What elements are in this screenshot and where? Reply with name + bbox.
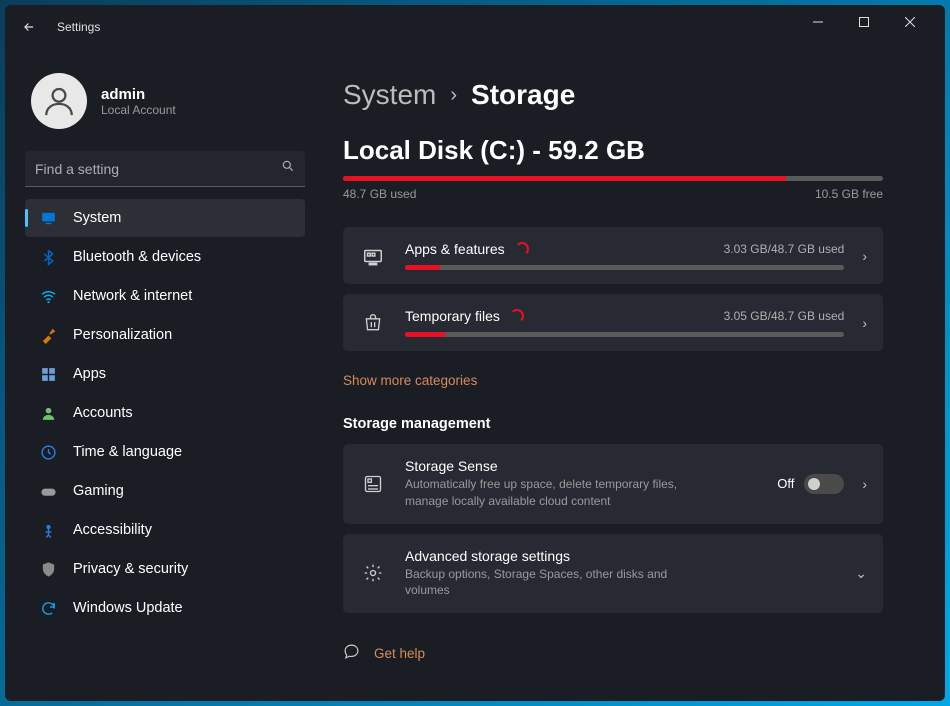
apps-icon xyxy=(359,245,387,267)
sidebar-item-label: Network & internet xyxy=(73,288,192,304)
breadcrumb-parent[interactable]: System xyxy=(343,79,436,111)
sidebar-item-bluetooth-devices[interactable]: Bluetooth & devices xyxy=(25,238,305,276)
gear-icon xyxy=(359,563,387,583)
category-title: Temporary files xyxy=(405,308,524,324)
person-icon xyxy=(39,404,57,422)
loading-spinner-icon xyxy=(515,242,529,256)
sidebar-item-label: System xyxy=(73,210,121,226)
disk-free-label: 10.5 GB free xyxy=(815,187,883,201)
sync-icon xyxy=(39,599,57,617)
category-apps-features[interactable]: Apps & features 3.03 GB/48.7 GB used › xyxy=(343,227,883,284)
sidebar: admin Local Account System Bluetooth & de… xyxy=(5,49,315,701)
storage-sense-state: Off xyxy=(777,476,794,491)
chevron-right-icon: › xyxy=(862,315,867,331)
advanced-storage-title: Advanced storage settings xyxy=(405,548,837,564)
breadcrumb: System › Storage xyxy=(343,79,917,111)
chevron-right-icon: › xyxy=(862,248,867,264)
category-meta: 3.03 GB/48.7 GB used xyxy=(724,242,845,256)
storage-management-heading: Storage management xyxy=(343,416,917,432)
disk-used-label: 48.7 GB used xyxy=(343,187,416,201)
disk-title: Local Disk (C:) - 59.2 GB xyxy=(343,135,917,166)
advanced-storage-card[interactable]: Advanced storage settings Backup options… xyxy=(343,534,883,614)
gamepad-icon xyxy=(39,482,57,500)
profile[interactable]: admin Local Account xyxy=(25,59,305,151)
sidebar-item-label: Time & language xyxy=(73,444,182,460)
chevron-down-icon: ⌄ xyxy=(855,565,867,582)
minimize-button[interactable] xyxy=(795,7,841,37)
sidebar-item-time-language[interactable]: Time & language xyxy=(25,433,305,471)
search-input[interactable] xyxy=(35,161,281,177)
breadcrumb-current: Storage xyxy=(471,79,575,111)
close-button[interactable] xyxy=(887,7,933,37)
back-button[interactable] xyxy=(17,15,41,39)
sidebar-item-apps[interactable]: Apps xyxy=(25,355,305,393)
sidebar-item-label: Personalization xyxy=(73,327,172,343)
trash-icon xyxy=(359,313,387,333)
sidebar-item-accessibility[interactable]: Accessibility xyxy=(25,511,305,549)
avatar xyxy=(31,73,87,129)
storage-sense-desc: Automatically free up space, delete temp… xyxy=(405,476,715,510)
grid-icon xyxy=(39,365,57,383)
profile-account: Local Account xyxy=(101,103,176,117)
sidebar-item-label: Privacy & security xyxy=(73,561,188,577)
brush-icon xyxy=(39,326,57,344)
main-panel: System › Storage Local Disk (C:) - 59.2 … xyxy=(315,49,945,701)
category-title: Apps & features xyxy=(405,241,529,257)
person2-icon xyxy=(39,521,57,539)
profile-name: admin xyxy=(101,86,176,103)
category-usage-bar xyxy=(405,332,844,337)
sidebar-item-label: Apps xyxy=(73,366,106,382)
sidebar-item-label: Accessibility xyxy=(73,522,152,538)
storage-sense-title: Storage Sense xyxy=(405,458,759,474)
chevron-right-icon: › xyxy=(862,476,867,492)
help-icon xyxy=(343,643,360,663)
storage-sense-toggle[interactable] xyxy=(804,474,844,494)
show-more-categories[interactable]: Show more categories xyxy=(343,373,477,388)
sidebar-item-label: Bluetooth & devices xyxy=(73,249,201,265)
monitor-icon xyxy=(39,209,57,227)
advanced-storage-desc: Backup options, Storage Spaces, other di… xyxy=(405,566,715,600)
search-box[interactable] xyxy=(25,151,305,187)
clock-icon xyxy=(39,443,57,461)
sidebar-item-gaming[interactable]: Gaming xyxy=(25,472,305,510)
loading-spinner-icon xyxy=(510,309,524,323)
chevron-right-icon: › xyxy=(450,84,457,107)
shield-icon xyxy=(39,560,57,578)
category-temporary-files[interactable]: Temporary files 3.05 GB/48.7 GB used › xyxy=(343,294,883,351)
wifi-icon xyxy=(39,287,57,305)
get-help[interactable]: Get help xyxy=(343,643,917,663)
nav: System Bluetooth & devices Network & inter… xyxy=(25,199,305,627)
maximize-button[interactable] xyxy=(841,7,887,37)
sidebar-item-network-internet[interactable]: Network & internet xyxy=(25,277,305,315)
category-meta: 3.05 GB/48.7 GB used xyxy=(724,309,845,323)
sidebar-item-label: Accounts xyxy=(73,405,133,421)
bluetooth-icon xyxy=(39,248,57,266)
disk-usage-bar xyxy=(343,176,883,181)
sidebar-item-windows-update[interactable]: Windows Update xyxy=(25,589,305,627)
category-usage-bar xyxy=(405,265,844,270)
sidebar-item-personalization[interactable]: Personalization xyxy=(25,316,305,354)
sidebar-item-privacy-security[interactable]: Privacy & security xyxy=(25,550,305,588)
titlebar: Settings xyxy=(5,5,945,49)
storage-sense-icon xyxy=(359,474,387,494)
window-title: Settings xyxy=(57,20,100,34)
sidebar-item-label: Windows Update xyxy=(73,600,183,616)
storage-sense-card[interactable]: Storage Sense Automatically free up spac… xyxy=(343,444,883,524)
sidebar-item-accounts[interactable]: Accounts xyxy=(25,394,305,432)
sidebar-item-label: Gaming xyxy=(73,483,124,499)
sidebar-item-system[interactable]: System xyxy=(25,199,305,237)
search-icon xyxy=(281,159,295,178)
get-help-link[interactable]: Get help xyxy=(374,646,425,661)
